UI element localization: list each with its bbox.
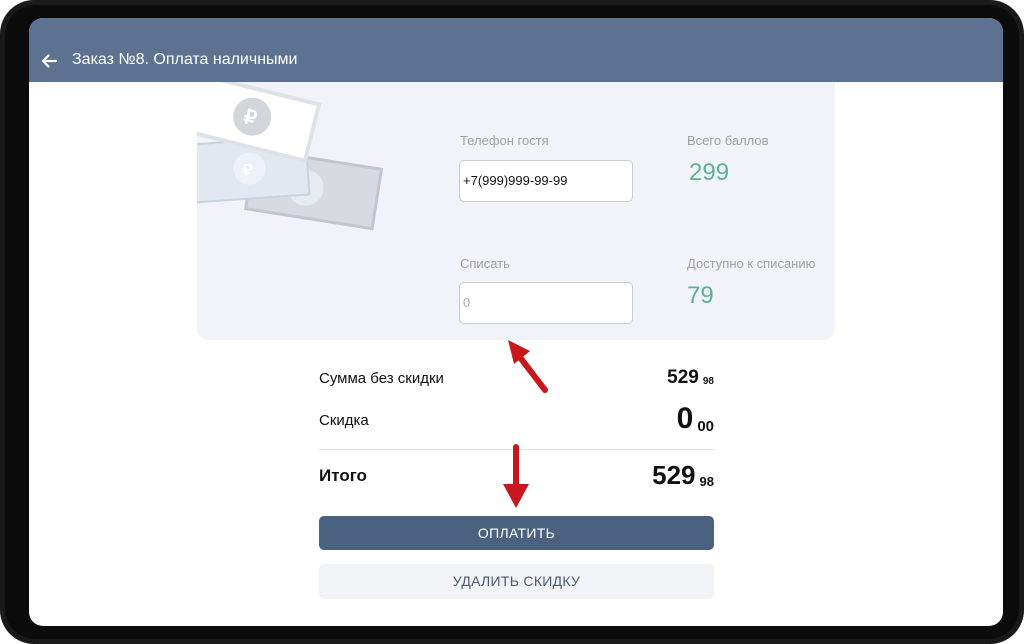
- total-cents: 98: [699, 474, 714, 489]
- writeoff-label: Списать: [460, 256, 510, 271]
- writeoff-input[interactable]: 0: [459, 282, 633, 324]
- discount-cents: 00: [697, 418, 714, 435]
- total-main: 529: [652, 460, 696, 490]
- total-label: Итого: [319, 466, 367, 485]
- available-value: 79: [687, 282, 714, 309]
- app-screen: Заказ №8. Оплата наличными ₽ ₽ ₽ Телефон…: [29, 18, 1003, 626]
- annotation-arrow-up-icon: [508, 340, 548, 393]
- discount-amount: 0 00: [676, 402, 714, 435]
- banknotes-illustration: ₽ ₽ ₽: [197, 82, 384, 231]
- app-bar: Заказ №8. Оплата наличными: [29, 18, 1003, 82]
- annotation-arrow-down-icon: [503, 444, 529, 508]
- subtotal-cents: 98: [702, 376, 714, 387]
- svg-text:₽: ₽: [242, 162, 253, 180]
- remove-discount-button[interactable]: УДАЛИТЬ СКИДКУ: [319, 564, 714, 599]
- phone-label: Телефон гостя: [460, 133, 549, 148]
- arrow-left-icon[interactable]: [39, 51, 59, 71]
- loyalty-panel: ₽ ₽ ₽ Телефон гостя +7(999)999-99-99 Все…: [197, 82, 835, 340]
- total-points-label: Всего баллов: [687, 133, 769, 148]
- subtotal-label: Сумма без скидки: [319, 370, 444, 387]
- subtotal-amount: 529 98: [667, 368, 714, 387]
- discount-main: 0: [676, 402, 694, 435]
- discount-label: Скидка: [319, 412, 369, 429]
- subtotal-main: 529: [667, 367, 699, 388]
- total-points-value: 299: [689, 159, 730, 186]
- phone-input[interactable]: +7(999)999-99-99: [459, 160, 633, 202]
- total-amount: 529 98: [652, 462, 714, 488]
- available-label: Доступно к списанию: [687, 256, 816, 271]
- pay-button[interactable]: ОПЛАТИТЬ: [319, 516, 714, 550]
- page-title: Заказ №8. Оплата наличными: [72, 51, 298, 68]
